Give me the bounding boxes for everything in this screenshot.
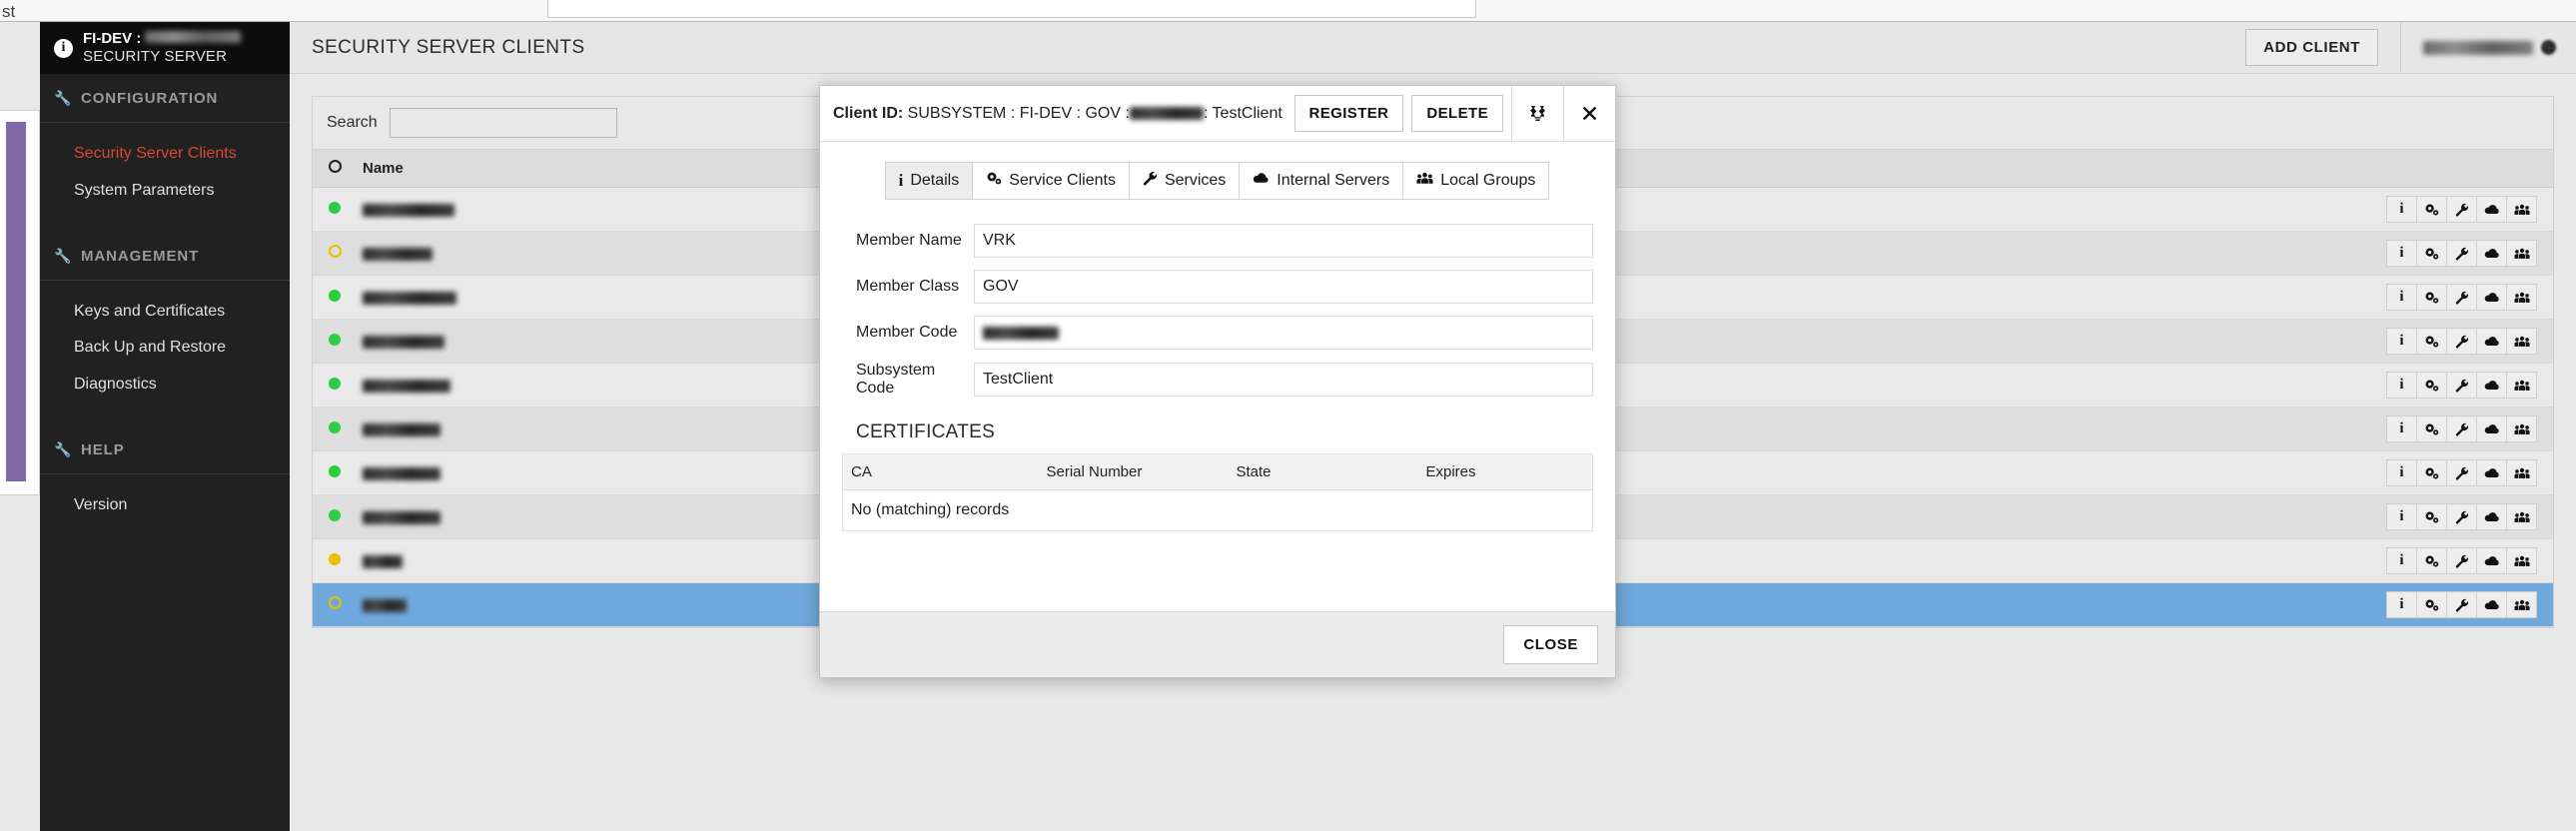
member-name-field[interactable]: VRK xyxy=(974,224,1593,258)
cloud-icon xyxy=(1253,172,1270,190)
people-icon xyxy=(1416,172,1433,190)
member-class-label: Member Class xyxy=(856,278,960,295)
close-icon[interactable] xyxy=(1563,86,1615,141)
certificates-header-row: CA Serial Number State Expires xyxy=(842,453,1593,490)
certificates-section-title: CERTIFICATES xyxy=(856,421,996,442)
column-header-serial-number: Serial Number xyxy=(1038,453,1229,490)
form-row-subsystem-code: Subsystem Code TestClient xyxy=(842,362,1593,398)
subsystem-code-label: Subsystem Code xyxy=(856,362,936,397)
member-class-field[interactable]: GOV xyxy=(974,270,1593,304)
wrench-icon xyxy=(1143,171,1158,191)
tab-label: Details xyxy=(910,172,960,189)
register-button[interactable]: REGISTER xyxy=(1293,95,1404,132)
form-row-member-name: Member Name VRK xyxy=(842,224,1593,258)
client-details-modal: Client ID: SUBSYSTEM : FI-DEV : GOV : : … xyxy=(819,85,1616,678)
member-name-label: Member Name xyxy=(856,232,962,249)
column-header-ca: CA xyxy=(842,453,1039,490)
member-code-redacted xyxy=(983,326,1059,340)
modal-title-member-code-redacted xyxy=(1129,107,1204,120)
gears-icon xyxy=(986,171,1002,191)
certificates-empty-row: No (matching) records xyxy=(842,489,1593,531)
modal-title-prefix: SUBSYSTEM : FI-DEV : GOV : xyxy=(907,104,1130,122)
tab-service-clients[interactable]: Service Clients xyxy=(972,162,1130,200)
tab-internal-servers[interactable]: Internal Servers xyxy=(1239,162,1404,200)
tab-label: Services xyxy=(1164,172,1227,189)
expand-icon[interactable] xyxy=(1511,86,1563,141)
modal-title-label: Client ID: xyxy=(833,104,904,122)
app-root: st i FI-DEV : SECURITY SERVER 🔧 CONFIGUR… xyxy=(0,0,2576,831)
column-header-expires: Expires xyxy=(1417,453,1593,490)
modal-tabs: i Details Service Clients Services Inter… xyxy=(842,162,1593,200)
tab-label: Local Groups xyxy=(1440,172,1536,189)
certificates-empty-message: No (matching) records xyxy=(842,489,1593,531)
modal-header: Client ID: SUBSYSTEM : FI-DEV : GOV : : … xyxy=(820,86,1615,142)
column-header-state: State xyxy=(1228,453,1418,490)
modal-footer: CLOSE xyxy=(820,611,1615,677)
modal-title-suffix: : TestClient xyxy=(1203,104,1283,122)
tab-services[interactable]: Services xyxy=(1128,162,1241,200)
delete-button[interactable]: DELETE xyxy=(1411,95,1503,132)
tab-label: Service Clients xyxy=(1009,172,1116,189)
modal-title: Client ID: SUBSYSTEM : FI-DEV : GOV : : … xyxy=(820,86,1294,141)
close-button[interactable]: CLOSE xyxy=(1503,625,1598,664)
info-icon: i xyxy=(898,171,904,190)
tab-local-groups[interactable]: Local Groups xyxy=(1402,162,1550,200)
modal-body: i Details Service Clients Services Inter… xyxy=(820,142,1615,611)
tab-label: Internal Servers xyxy=(1277,172,1390,189)
form-row-member-class: Member Class GOV xyxy=(842,270,1593,304)
form-row-member-code: Member Code xyxy=(842,316,1593,350)
member-code-field[interactable] xyxy=(974,316,1593,350)
subsystem-code-field[interactable]: TestClient xyxy=(974,363,1593,397)
member-code-label: Member Code xyxy=(856,324,958,341)
certificates-table: CA Serial Number State Expires No (match… xyxy=(842,453,1593,531)
details-form: Member Name VRK Member Class GOV Member … xyxy=(842,224,1593,398)
tab-details[interactable]: i Details xyxy=(884,162,974,200)
